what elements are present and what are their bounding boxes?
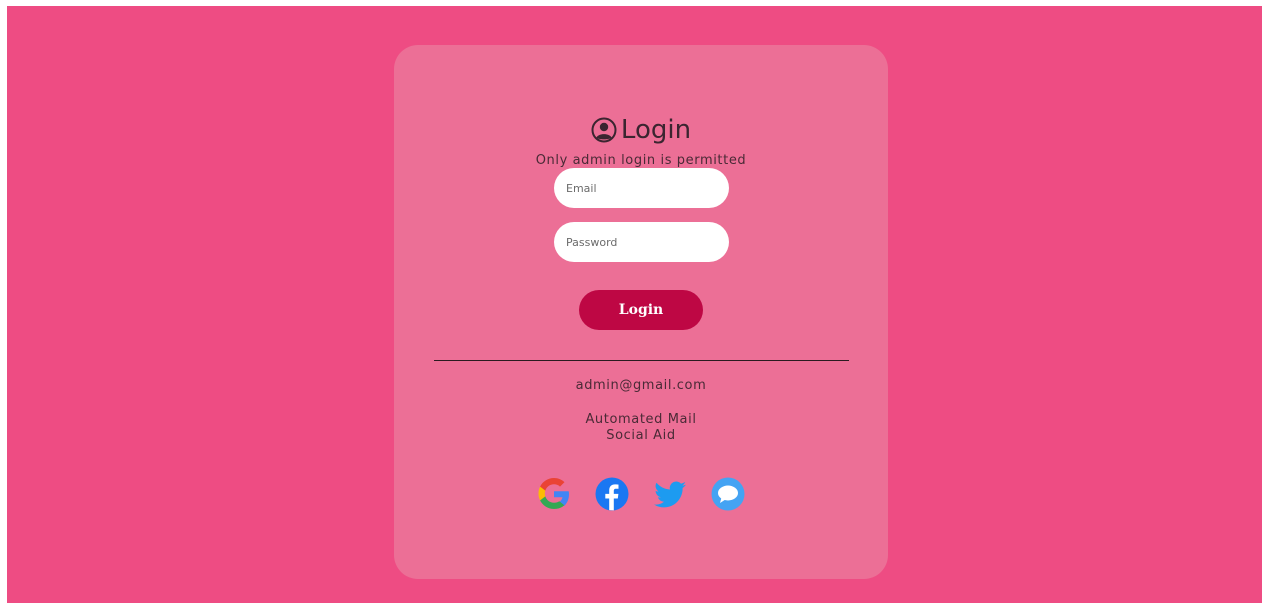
page-title: Login <box>620 115 692 145</box>
page-background: Login Only admin login is permitted Logi… <box>7 6 1262 603</box>
footer-line-2: Social Aid <box>606 428 676 443</box>
login-heading: Login <box>394 115 888 145</box>
login-card: Login Only admin login is permitted Logi… <box>394 45 888 579</box>
google-icon[interactable] <box>536 476 572 512</box>
subtitle: Only admin login is permitted <box>535 153 747 168</box>
social-links <box>394 476 888 512</box>
messenger-icon[interactable] <box>710 476 746 512</box>
divider <box>434 360 849 361</box>
twitter-icon[interactable] <box>652 476 688 512</box>
footer-line-1: Automated Mail <box>585 412 697 427</box>
user-circle-icon <box>591 117 617 143</box>
login-button[interactable]: Login <box>579 290 703 330</box>
facebook-icon[interactable] <box>594 476 630 512</box>
contact-email: admin@gmail.com <box>575 378 707 393</box>
email-field[interactable] <box>554 168 729 208</box>
password-field[interactable] <box>554 222 729 262</box>
